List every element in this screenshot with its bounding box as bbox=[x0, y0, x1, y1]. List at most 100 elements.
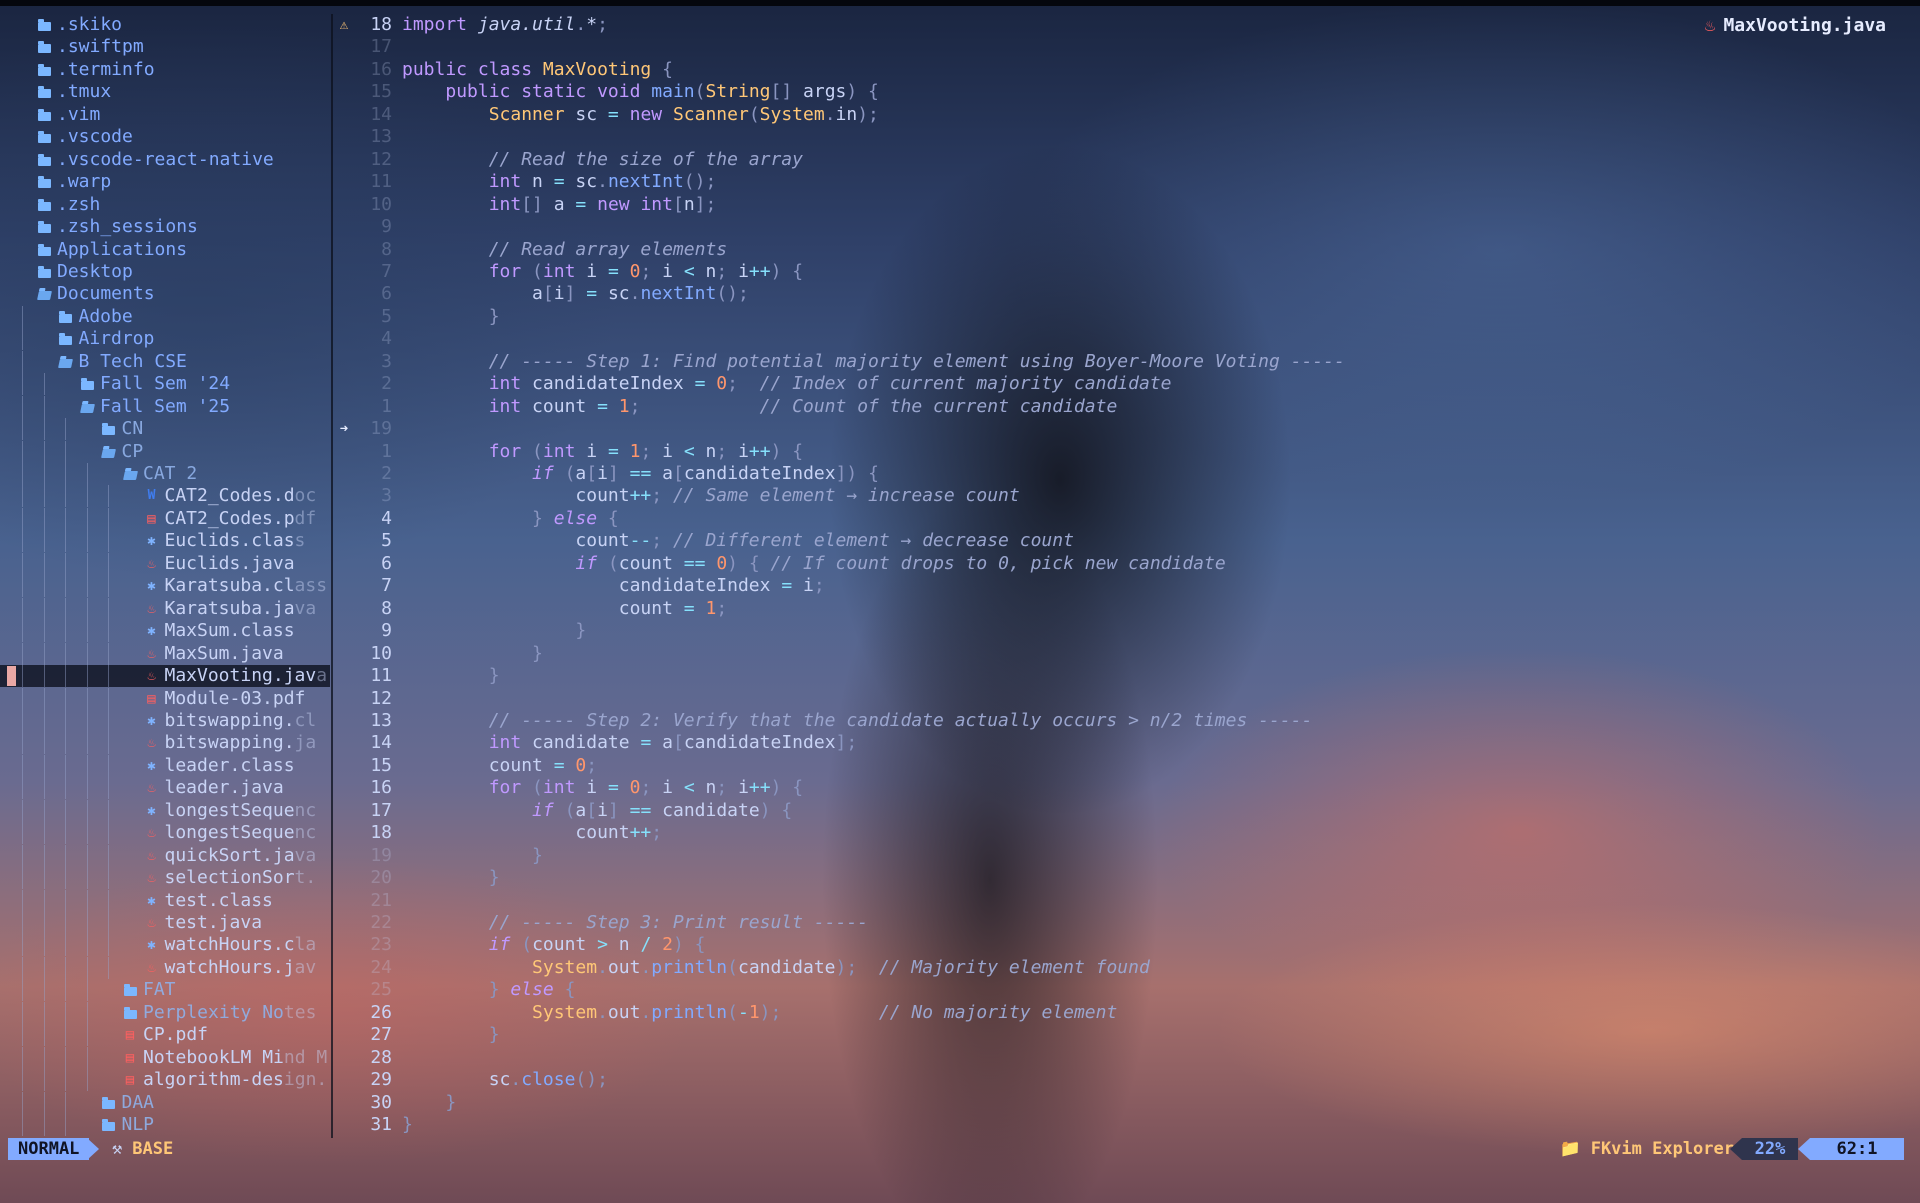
tree-folder[interactable]: .vscode-react-native bbox=[0, 149, 330, 171]
tree-folder[interactable]: CP bbox=[0, 440, 330, 463]
code-line[interactable]: 22 // ----- Step 3: Print result ----- bbox=[334, 912, 1920, 935]
tree-folder[interactable]: Airdrop bbox=[0, 328, 330, 351]
code-line[interactable]: 30 } bbox=[334, 1092, 1920, 1115]
tree-file[interactable]: ♨ test.java bbox=[0, 912, 330, 934]
code-line[interactable]: 3 // ----- Step 1: Find potential majori… bbox=[334, 351, 1920, 374]
tree-file[interactable]: ✱ Karatsuba.class bbox=[0, 575, 330, 598]
tree-file[interactable]: ✱ longestSequenc bbox=[0, 799, 330, 822]
tree-folder[interactable]: .vscode bbox=[0, 126, 330, 148]
tree-file[interactable]: ✱ watchHours.cla bbox=[0, 934, 330, 957]
code-line[interactable]: 8 // Read array elements bbox=[334, 239, 1920, 262]
tree-folder[interactable]: CN bbox=[0, 418, 330, 441]
code-line[interactable]: 6 a[i] = sc.nextInt(); bbox=[334, 283, 1920, 306]
code-line[interactable]: 7 for (int i = 0; i < n; i++) { bbox=[334, 261, 1920, 284]
code-line[interactable]: 12 // Read the size of the array bbox=[334, 149, 1920, 172]
code-line[interactable]: 26 System.out.println(-1); // No majorit… bbox=[334, 1002, 1920, 1025]
tree-file[interactable]: W CAT2_Codes.doc bbox=[0, 485, 330, 508]
tree-file[interactable]: ▤ CP.pdf bbox=[0, 1024, 330, 1047]
tree-folder[interactable]: .vim bbox=[0, 104, 330, 126]
code-line[interactable]: 14 int candidate = a[candidateIndex]; bbox=[334, 732, 1920, 755]
tree-folder[interactable]: CAT 2 bbox=[0, 463, 330, 485]
tree-file[interactable]: ♨ longestSequenc bbox=[0, 822, 330, 845]
tree-folder[interactable]: Fall Sem '25 bbox=[0, 395, 330, 418]
code-line[interactable]: 2 if (a[i] == a[candidateIndex]) { bbox=[334, 463, 1920, 486]
code-line[interactable]: 1 int count = 1; // Count of the current… bbox=[334, 396, 1920, 419]
code-line[interactable]: 31} bbox=[334, 1114, 1920, 1137]
tree-file[interactable]: ♨ Karatsuba.java bbox=[0, 597, 330, 620]
tree-file[interactable]: ♨ leader.java bbox=[0, 777, 330, 800]
tree-file[interactable]: ✱ leader.class bbox=[0, 754, 330, 777]
code-line[interactable]: 14 Scanner sc = new Scanner(System.in); bbox=[334, 104, 1920, 127]
code-line[interactable]: 10 int[] a = new int[n]; bbox=[334, 194, 1920, 217]
tree-file[interactable]: ▤ Module-03.pdf bbox=[0, 687, 330, 710]
tree-folder[interactable]: .tmux bbox=[0, 81, 330, 103]
tree-file[interactable]: ✱ Euclids.class bbox=[0, 530, 330, 553]
code-line[interactable]: ⚠ 18 import java.util.*; bbox=[334, 14, 1920, 37]
tree-folder[interactable]: B Tech CSE bbox=[0, 350, 330, 373]
code-line[interactable]: 1 for (int i = 1; i < n; i++) { bbox=[334, 441, 1920, 464]
tree-folder[interactable]: .skiko bbox=[0, 14, 330, 36]
tree-folder[interactable]: NLP bbox=[0, 1114, 330, 1137]
tree-file[interactable]: ✱ MaxSum.class bbox=[0, 620, 330, 643]
tree-folder[interactable]: .terminfo bbox=[0, 59, 330, 81]
code-line[interactable]: 23 if (count > n / 2) { bbox=[334, 934, 1920, 957]
file-explorer[interactable]: .skiko .swiftpm .terminfo .tmux .vim .vscode.… bbox=[0, 14, 330, 1138]
code-line[interactable]: 25 } else { bbox=[334, 979, 1920, 1002]
code-line[interactable]: 19 } bbox=[334, 845, 1920, 868]
tree-folder[interactable]: .zsh_sessions bbox=[0, 216, 330, 238]
tree-folder[interactable]: .zsh bbox=[0, 194, 330, 216]
tree-file[interactable]: ▤ CAT2_Codes.pdf bbox=[0, 507, 330, 530]
code-line[interactable]: 4 } else { bbox=[334, 508, 1920, 531]
code-line[interactable]: 18 count++; bbox=[334, 822, 1920, 845]
tree-folder[interactable]: Adobe bbox=[0, 305, 330, 328]
file-tab[interactable]: ♨ MaxVooting.java bbox=[1705, 14, 1886, 38]
code-line[interactable]: 16 for (int i = 0; i < n; i++) { bbox=[334, 777, 1920, 800]
code-line[interactable]: 16 public class MaxVooting { bbox=[334, 59, 1920, 82]
tree-file[interactable]: ♨ selectionSort. bbox=[0, 867, 330, 890]
code-line[interactable]: 10 } bbox=[334, 643, 1920, 666]
tree-file[interactable]: ♨ MaxSum.java bbox=[0, 642, 330, 665]
code-line[interactable]: 11 } bbox=[334, 665, 1920, 688]
tree-folder[interactable]: Applications bbox=[0, 239, 330, 261]
code-line[interactable]: 3 count++; // Same element → increase co… bbox=[334, 485, 1920, 508]
tree-file[interactable]: ▤ NotebookLM Mind M bbox=[0, 1046, 330, 1069]
code-line[interactable]: 21 bbox=[334, 890, 1920, 913]
code-line[interactable]: 11 int n = sc.nextInt(); bbox=[334, 171, 1920, 194]
code-line[interactable]: 15 count = 0; bbox=[334, 755, 1920, 778]
code-line[interactable]: 17 bbox=[334, 36, 1920, 59]
code-line[interactable]: 27 } bbox=[334, 1024, 1920, 1047]
code-line[interactable]: 5 count--; // Different element → decrea… bbox=[334, 530, 1920, 553]
tree-folder[interactable]: Desktop bbox=[0, 261, 330, 283]
tree-folder[interactable]: DAA bbox=[0, 1091, 330, 1114]
code-line[interactable]: 12 bbox=[334, 688, 1920, 711]
tree-folder[interactable]: FAT bbox=[0, 979, 330, 1002]
tree-file[interactable]: ✱ test.class bbox=[0, 889, 330, 912]
tree-folder[interactable]: Fall Sem '24 bbox=[0, 373, 330, 396]
tree-file[interactable]: ♨ Euclids.java bbox=[0, 552, 330, 575]
code-line[interactable]: 24 System.out.println(candidate); // Maj… bbox=[334, 957, 1920, 980]
code-line[interactable]: 15 public static void main(String[] args… bbox=[334, 81, 1920, 104]
tree-file[interactable]: ♨ bitswapping.ja bbox=[0, 732, 330, 755]
tree-file[interactable]: ✱ bitswapping.cl bbox=[0, 709, 330, 732]
code-line[interactable]: 13 bbox=[334, 126, 1920, 149]
tree-file[interactable]: ♨ quickSort.java bbox=[0, 844, 330, 867]
code-line[interactable]: 8 count = 1; bbox=[334, 598, 1920, 621]
code-line[interactable]: 28 bbox=[334, 1047, 1920, 1070]
code-editor[interactable]: ⚠ 18 import java.util.*; 17 16 public class M… bbox=[334, 14, 1920, 1138]
code-line[interactable]: 9 bbox=[334, 216, 1920, 239]
tree-file[interactable]: ♨ watchHours.jav bbox=[0, 956, 330, 979]
code-line[interactable]: 29 sc.close(); bbox=[334, 1069, 1920, 1092]
code-line[interactable]: 13 // ----- Step 2: Verify that the cand… bbox=[334, 710, 1920, 733]
split-separator[interactable] bbox=[331, 14, 333, 1138]
code-line[interactable]: 5 } bbox=[334, 306, 1920, 329]
code-line[interactable]: ➜ 19 bbox=[334, 418, 1920, 441]
code-line[interactable]: 7 candidateIndex = i; bbox=[334, 575, 1920, 598]
tree-folder[interactable]: Documents bbox=[0, 283, 330, 305]
tree-folder[interactable]: .warp bbox=[0, 171, 330, 193]
tree-file[interactable]: ♨ MaxVooting.java bbox=[0, 665, 330, 688]
code-line[interactable]: 9 } bbox=[334, 620, 1920, 643]
code-line[interactable]: 20 } bbox=[334, 867, 1920, 890]
tree-folder[interactable]: Perplexity Notes bbox=[0, 1001, 330, 1024]
code-line[interactable]: 4 bbox=[334, 328, 1920, 351]
tree-file[interactable]: ▤ algorithm-design. bbox=[0, 1069, 330, 1092]
